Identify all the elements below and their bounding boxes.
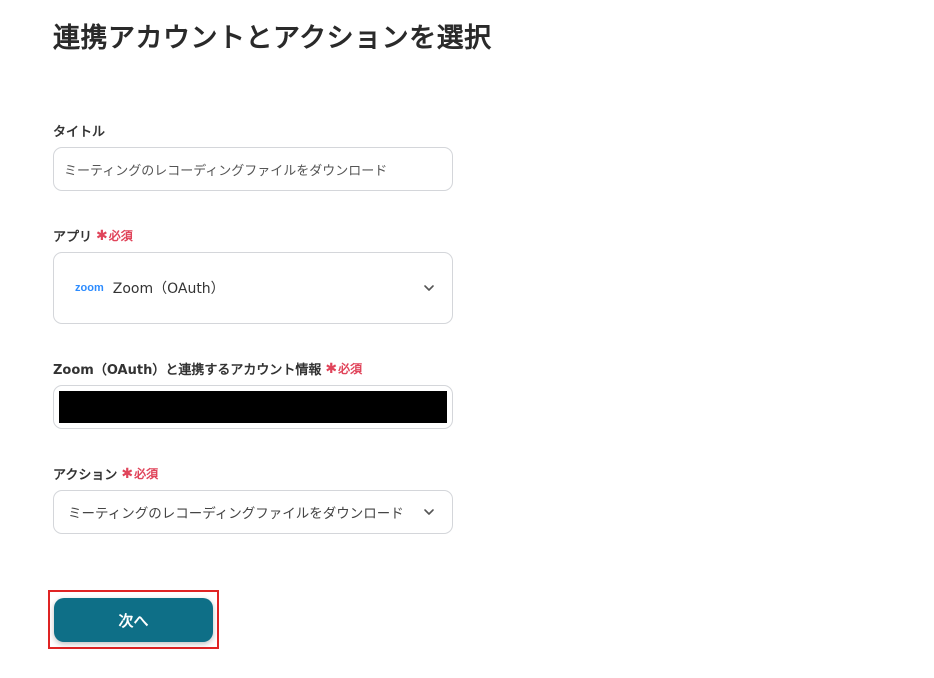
required-badge: ✱ 必須	[121, 465, 158, 482]
required-badge: ✱ 必須	[325, 360, 362, 377]
app-select-value: Zoom（OAuth）	[112, 281, 225, 297]
action-label-text: アクション	[53, 468, 118, 483]
page-title: 連携アカウントとアクションを選択	[53, 23, 492, 54]
zoom-logo-icon: zoom	[75, 282, 104, 294]
required-badge: ✱ 必須	[96, 227, 133, 244]
required-asterisk-icon: ✱	[96, 227, 108, 244]
required-text: 必須	[134, 467, 159, 481]
required-text: 必須	[108, 229, 133, 243]
action-select[interactable]: ミーティングのレコーディングファイルをダウンロード	[53, 490, 453, 534]
action-field-label: アクション ✱ 必須	[53, 464, 158, 484]
required-text: 必須	[338, 362, 363, 376]
account-select[interactable]	[53, 385, 453, 429]
title-field-label: タイトル	[53, 121, 105, 140]
app-label-text: アプリ	[53, 230, 93, 245]
chevron-down-icon	[424, 509, 434, 515]
account-field-label: Zoom（OAuth）と連携するアカウント情報 ✱ 必須	[53, 359, 362, 379]
title-label-text: タイトル	[53, 125, 106, 140]
app-select[interactable]: zoom Zoom（OAuth）	[53, 252, 453, 324]
chevron-down-icon	[424, 285, 434, 291]
app-field-label: アプリ ✱ 必須	[53, 226, 133, 246]
title-input-value: ミーティングのレコーディングファイルをダウンロード	[64, 163, 388, 179]
next-button[interactable]: 次へ	[54, 598, 213, 642]
title-input[interactable]: ミーティングのレコーディングファイルをダウンロード	[53, 147, 453, 191]
required-asterisk-icon: ✱	[325, 360, 338, 377]
action-select-value: ミーティングのレコーディングファイルをダウンロード	[68, 506, 404, 522]
required-asterisk-icon: ✱	[121, 465, 134, 482]
redacted-account-info	[59, 391, 447, 423]
account-label-text: Zoom（OAuth）と連携するアカウント情報	[53, 363, 322, 378]
